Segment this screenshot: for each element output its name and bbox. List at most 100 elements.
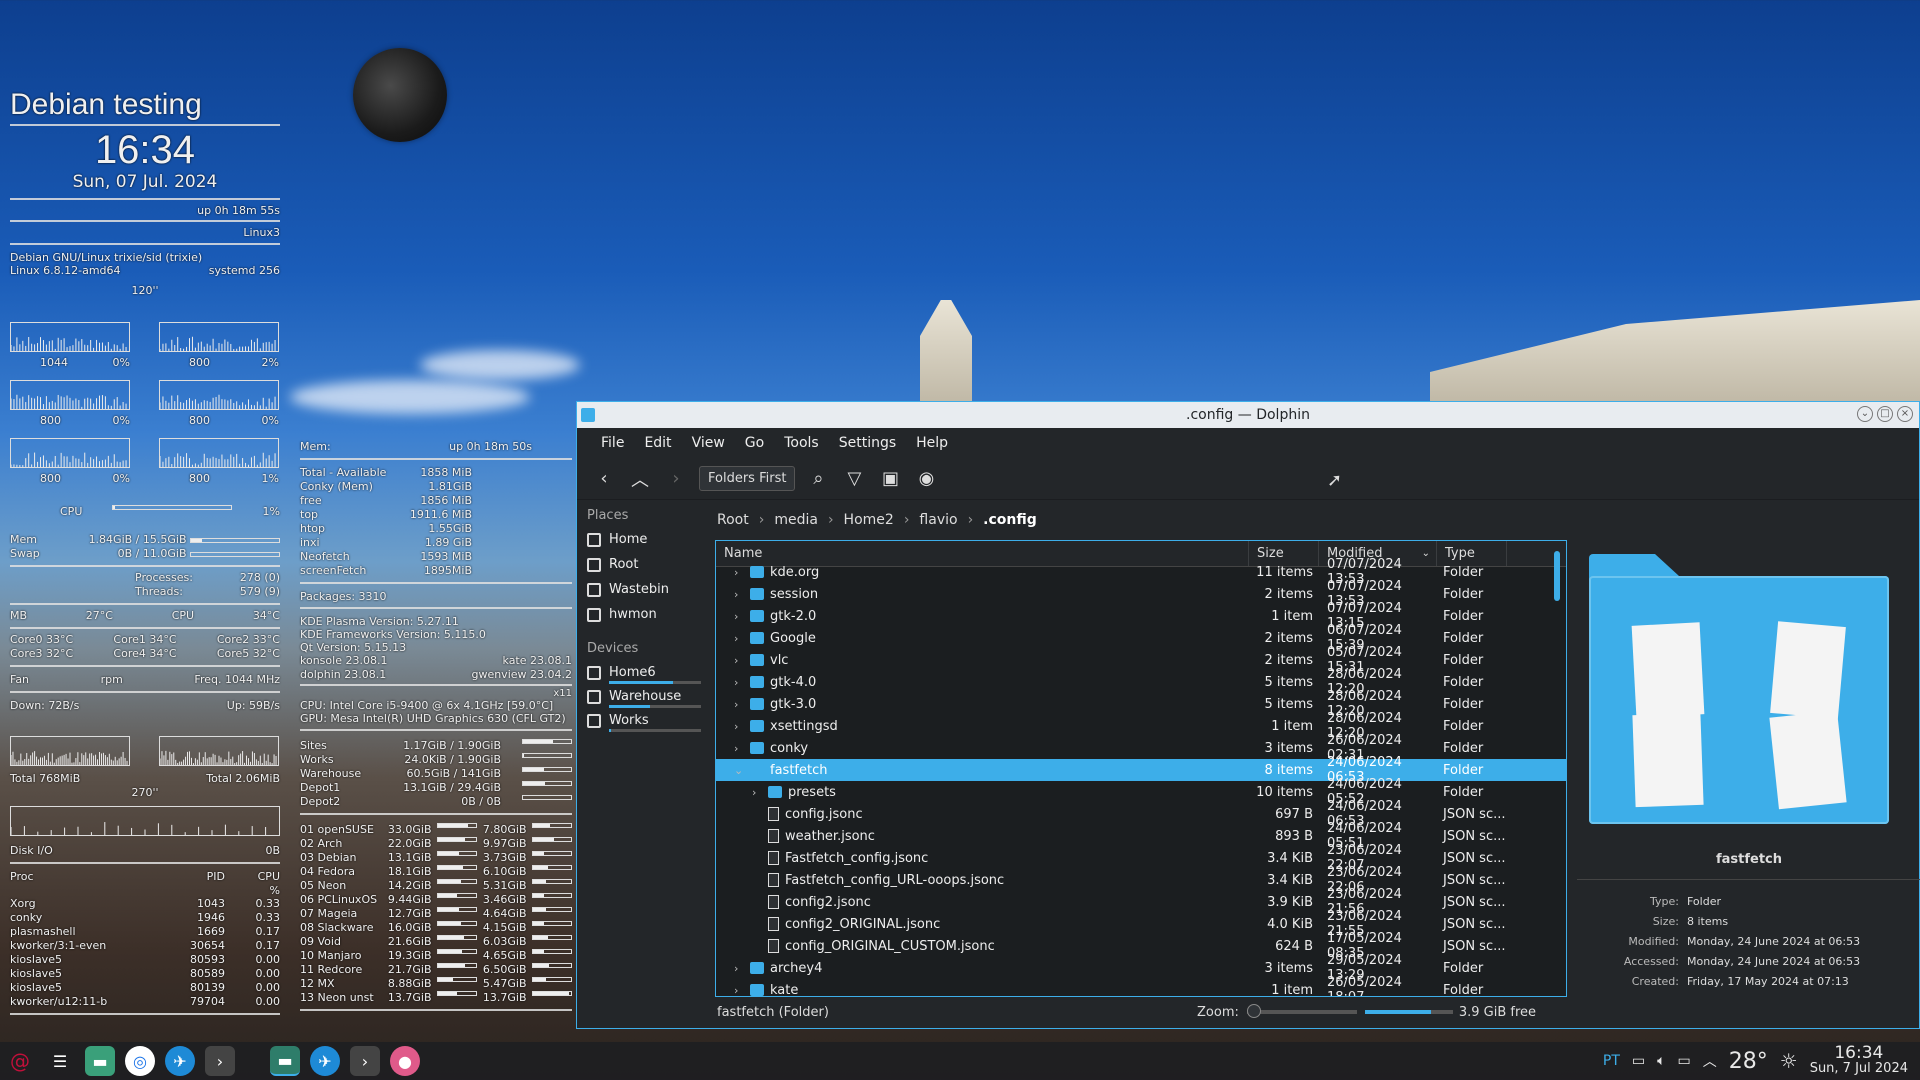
partition-used: 14.2GiB — [387, 879, 432, 892]
weather-temp[interactable]: 28° — [1729, 1049, 1768, 1074]
search-icon[interactable]: ⌕ — [805, 466, 831, 492]
proc-header-name: Proc — [10, 870, 34, 883]
thunderbird-icon[interactable]: ✈ — [165, 1046, 195, 1076]
folder-row[interactable]: › kde.org 11 items 07/07/2024 13:53 Folder — [716, 557, 1566, 587]
file-row[interactable]: config2.jsonc 3.9 KiB 23/06/2024 21:56 JSON… — [716, 887, 1566, 917]
folder-row[interactable]: › gtk-2.0 1 item 07/07/2024 13:15 Folder — [716, 601, 1566, 631]
cloud — [420, 350, 580, 380]
folder-row[interactable]: › archey4 3 items 29/05/2024 13:29 Folder — [716, 953, 1566, 983]
chevron-right-icon[interactable]: › — [734, 984, 744, 997]
preview-icon[interactable]: ◉ — [913, 466, 939, 492]
folder-row[interactable]: › gtk-3.0 5 items 28/06/2024 12:20 Folder — [716, 689, 1566, 719]
taskbar: @ ☰ ▬ ◎ ✈ › ▬ ✈ › ● PT ▭ 🔈︎ ▭ ︿ 28° ☼ 16… — [0, 1042, 1920, 1080]
back-icon[interactable]: ‹ — [591, 466, 617, 492]
folder-icon — [750, 588, 764, 600]
menu-file[interactable]: File — [591, 435, 634, 451]
cpu-model: CPU: Intel Core i5-9400 @ 6x 4.1GHz [59.… — [300, 699, 554, 712]
chevron-down-icon[interactable]: ⌄ — [734, 764, 744, 777]
folder-row[interactable]: › kate 1 item 26/05/2024 18:07 Folder — [716, 975, 1566, 997]
menu-help[interactable]: Help — [906, 435, 958, 451]
row-type: JSON sc... — [1443, 806, 1506, 822]
konsole-task-icon[interactable]: › — [350, 1046, 380, 1076]
crumb-root[interactable]: Root — [717, 512, 749, 528]
new-folder-icon[interactable]: ▣ — [877, 466, 903, 492]
keyboard-layout[interactable]: PT — [1603, 1053, 1620, 1069]
folder-icon — [750, 764, 764, 776]
chevron-right-icon[interactable]: › — [734, 654, 744, 667]
debian-menu-icon[interactable]: @ — [5, 1046, 35, 1076]
menu-tools[interactable]: Tools — [774, 435, 829, 451]
file-row[interactable]: config2_ORIGINAL.jsonc 4.0 KiB 23/06/2024 … — [716, 909, 1566, 939]
folder-row[interactable]: › xsettingsd 1 item 28/06/2024 12:20 Folder — [716, 711, 1566, 741]
display-icon[interactable]: ▭ — [1678, 1053, 1691, 1069]
chevron-right-icon[interactable]: › — [734, 588, 744, 601]
chevron-right-icon[interactable]: › — [734, 632, 744, 645]
clipboard-icon[interactable]: ▭ — [1632, 1053, 1645, 1069]
crumb-media[interactable]: media — [774, 512, 818, 528]
thunderbird-task-icon[interactable]: ✈ — [310, 1046, 340, 1076]
up-icon[interactable]: ︿ — [627, 466, 653, 492]
sort-folders-first-button[interactable]: Folders First — [699, 466, 796, 491]
file-row[interactable]: Fastfetch_config.jsonc 3.4 KiB 23/06/2024 … — [716, 843, 1566, 873]
menu-edit[interactable]: Edit — [634, 435, 681, 451]
volume-icon[interactable]: 🔈︎ — [1657, 1053, 1665, 1069]
tray-expand-icon[interactable]: ︿ — [1703, 1051, 1717, 1071]
chevron-right-icon[interactable]: › — [734, 962, 744, 975]
zoom-slider[interactable] — [1246, 1004, 1357, 1018]
partition-used-bar — [437, 921, 477, 926]
chevron-right-icon[interactable]: › — [734, 698, 744, 711]
scrollbar[interactable] — [1554, 551, 1560, 601]
session-type: x11 — [553, 688, 572, 699]
clock-widget[interactable]: 16:34 Sun, 7 Jul 2024 — [1810, 1045, 1908, 1077]
partition-free-bar — [532, 963, 572, 968]
device-warehouse[interactable]: Warehouse — [577, 684, 711, 705]
close-icon[interactable]: × — [1897, 406, 1913, 422]
menu-view[interactable]: View — [682, 435, 735, 451]
folder-row[interactable]: › vlc 2 items 05/07/2024 15:31 Folder — [716, 645, 1566, 675]
file-row[interactable]: Fastfetch_config_URL-ooops.jsonc 3.4 KiB 2… — [716, 865, 1566, 895]
file-row[interactable]: config_ORIGINAL_CUSTOM.jsonc 624 B 17/05/2… — [716, 931, 1566, 961]
chevron-right-icon[interactable]: › — [734, 676, 744, 689]
menu-settings[interactable]: Settings — [829, 435, 906, 451]
folder-row[interactable]: › session 2 items 07/07/2024 13:53 Folder — [716, 579, 1566, 609]
settings-icon[interactable]: ☰ — [45, 1046, 75, 1076]
maximize-icon[interactable]: □ — [1877, 406, 1893, 422]
folder-row[interactable]: › conky 3 items 26/06/2024 02:31 Folder — [716, 733, 1566, 763]
forward-icon[interactable]: › — [663, 466, 689, 492]
terminal-icon[interactable]: › — [205, 1046, 235, 1076]
crumb-home2[interactable]: Home2 — [844, 512, 894, 528]
folder-row[interactable]: › Google 2 items 06/07/2024 15:39 Folder — [716, 623, 1566, 653]
folder-row[interactable]: › presets 10 items 24/06/2024 05:52 Folder — [716, 777, 1566, 807]
chevron-right-icon[interactable]: › — [752, 786, 762, 799]
place-hwmon[interactable]: hwmon — [577, 602, 711, 627]
place-home[interactable]: Home — [577, 527, 711, 552]
device-home6[interactable]: Home6 — [577, 660, 711, 681]
minimize-icon[interactable]: ⌄ — [1857, 406, 1873, 422]
file-row[interactable]: weather.jsonc 893 B 24/06/2024 05:51 JSON s… — [716, 821, 1566, 851]
filter-icon[interactable]: ▽ — [841, 466, 867, 492]
taskbar-date: Sun, 7 Jul 2024 — [1809, 1061, 1908, 1076]
memory-tool-row: inxi 1.89 GiB — [300, 536, 572, 550]
window-titlebar[interactable]: .config — Dolphin ⌄ □ × — [577, 402, 1919, 428]
chrome-icon[interactable]: ◎ — [125, 1046, 155, 1076]
row-type: Folder — [1443, 674, 1484, 690]
files-icon[interactable]: ▬ — [85, 1046, 115, 1076]
crumb-flavio[interactable]: flavio — [919, 512, 957, 528]
chevron-right-icon[interactable]: › — [734, 566, 744, 579]
file-row[interactable]: config.jsonc 697 B 24/06/2024 06:53 JSON sc… — [716, 799, 1566, 829]
place-root[interactable]: Root — [577, 552, 711, 577]
menu-go[interactable]: Go — [735, 435, 774, 451]
chevron-right-icon[interactable]: › — [734, 742, 744, 755]
chevron-right-icon[interactable]: › — [734, 720, 744, 733]
folder-row[interactable]: ⌄ fastfetch 8 items 24/06/2024 06:53 Folder — [716, 755, 1566, 785]
device-works[interactable]: Works — [577, 708, 711, 729]
app-task-icon[interactable]: ● — [390, 1046, 420, 1076]
memory-tool-value: 1593 MiB — [420, 550, 472, 563]
crumb-current[interactable]: .config — [983, 512, 1037, 528]
folder-row[interactable]: › gtk-4.0 5 items 28/06/2024 12:20 Folder — [716, 667, 1566, 697]
chevron-right-icon[interactable]: › — [734, 610, 744, 623]
dolphin-task-icon[interactable]: ▬ — [270, 1046, 300, 1076]
mem-bar — [190, 537, 280, 543]
konsole-version: konsole 23.08.1 — [300, 654, 388, 667]
place-wastebin[interactable]: Wastebin — [577, 577, 711, 602]
